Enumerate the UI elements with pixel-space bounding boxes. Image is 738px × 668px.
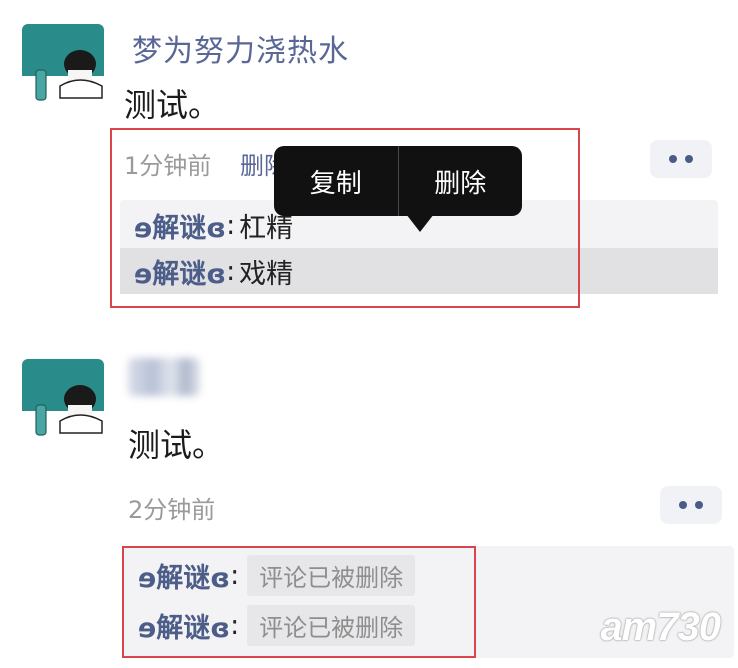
more-dots-icon bbox=[669, 155, 677, 163]
moment-post-1: 梦为努力浇热水 测试。 1分钟前 删除 ɘ解谜ɞ : 杠精 ɘ解谜ɞ : 戏精 … bbox=[0, 0, 738, 330]
highlight-box bbox=[122, 546, 476, 658]
post-content: 测试。 bbox=[124, 86, 221, 124]
more-dots-icon bbox=[695, 501, 703, 509]
delete-menu-item[interactable]: 删除 bbox=[399, 146, 523, 216]
more-button[interactable] bbox=[660, 486, 722, 524]
popup-arrow-icon bbox=[406, 214, 434, 232]
post-timestamp: 2分钟前 bbox=[128, 496, 216, 524]
more-dots-icon bbox=[685, 155, 693, 163]
context-menu: 复制 删除 bbox=[274, 146, 522, 216]
blurred-author-name[interactable] bbox=[128, 358, 200, 396]
more-dots-icon bbox=[679, 501, 687, 509]
copy-menu-item[interactable]: 复制 bbox=[274, 146, 398, 216]
post-content: 测试。 bbox=[128, 426, 225, 464]
avatar-icon[interactable] bbox=[22, 359, 104, 441]
avatar-icon[interactable] bbox=[22, 24, 104, 106]
watermark-logo: am730 bbox=[600, 605, 721, 649]
more-button[interactable] bbox=[650, 140, 712, 178]
author-name[interactable]: 梦为努力浇热水 bbox=[132, 26, 349, 70]
